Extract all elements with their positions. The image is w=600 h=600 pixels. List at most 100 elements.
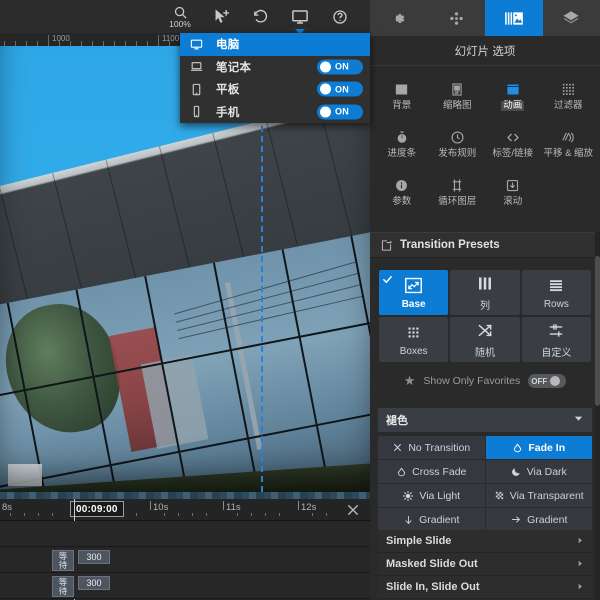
preset-columns[interactable]: 列: [450, 270, 520, 315]
preset-rows[interactable]: Rows: [521, 270, 591, 315]
transition-group-list: Simple Slide Masked Slide Out Slide In, …: [378, 530, 592, 599]
preview-device-tool[interactable]: [280, 0, 320, 34]
preset-boxes[interactable]: Boxes: [379, 317, 449, 362]
device-toggle-laptop[interactable]: ON: [317, 59, 363, 75]
option-label: 背景: [392, 99, 412, 111]
wait-duration-value[interactable]: 300: [78, 576, 110, 590]
image-icon: [394, 81, 409, 98]
timeline-tick-label: 8s: [2, 502, 13, 513]
preset-base[interactable]: Base: [379, 270, 449, 315]
option-tags-links[interactable]: 标签/链接: [485, 121, 541, 166]
preset-label: Rows: [543, 298, 569, 310]
preset-random[interactable]: 随机: [450, 317, 520, 362]
transition-cross-fade[interactable]: Cross Fade: [378, 460, 485, 483]
transition-group-simple-slide[interactable]: Simple Slide: [378, 530, 592, 553]
arrow-right-icon: [510, 514, 522, 525]
transition-list: No Transition Fade In Cross Fade Via Dar…: [378, 436, 592, 531]
option-empty-slot: [541, 169, 597, 214]
transition-gradient-down[interactable]: Gradient: [378, 508, 485, 531]
reset-rotate-tool[interactable]: [240, 0, 280, 33]
filmstrip-preview[interactable]: [0, 492, 370, 499]
device-menu-item-desktop[interactable]: 电脑: [180, 33, 370, 56]
option-pan-zoom[interactable]: 平移 & 缩放: [541, 121, 597, 166]
scrollbar-thumb[interactable]: [595, 256, 600, 406]
gear-icon: [395, 13, 405, 23]
option-loop-layers[interactable]: 循环图层: [430, 169, 486, 214]
preset-custom[interactable]: 自定义: [521, 317, 591, 362]
application-window: 100% 1000 1100 电脑 笔记本 ON 平板 ON 手机 ON 8s …: [0, 0, 600, 600]
option-filter[interactable]: 过滤器: [541, 73, 597, 118]
chevron-right-icon: [576, 536, 584, 547]
code-icon: [505, 129, 521, 146]
device-menu-item-phone[interactable]: 手机 ON: [180, 101, 370, 124]
group-label: Simple Slide: [386, 535, 452, 547]
show-favorites-label: Show Only Favorites: [423, 375, 521, 387]
magnifier-icon: [174, 6, 187, 19]
stage-area: 100% 1000 1100 电脑 笔记本 ON 平板 ON 手机 ON 8s …: [0, 0, 370, 600]
timeline-tick-label: 12s: [301, 502, 317, 513]
show-favorites-toggle[interactable]: OFF: [528, 374, 567, 388]
preset-label: Base: [401, 298, 426, 310]
option-scroll[interactable]: 滚动: [485, 169, 541, 214]
device-menu-item-tablet[interactable]: 平板 ON: [180, 78, 370, 101]
wait-clip[interactable]: 等待: [52, 550, 74, 571]
tab-settings[interactable]: [370, 0, 428, 36]
option-publish-rules[interactable]: 发布规则: [430, 121, 486, 166]
transition-group-slide-in-slide-out[interactable]: Slide In, Slide Out: [378, 576, 592, 599]
transition-label: No Transition: [408, 441, 471, 454]
drop-icon: [396, 466, 407, 478]
transition-label: Gradient: [527, 513, 568, 526]
tab-slides[interactable]: [485, 0, 543, 36]
slide-options-grid: 背景 缩略图 动画 过滤器 进度条 发布规则 标签/链接 平移 & 缩放 参数 …: [370, 67, 600, 217]
toggle-knob: [320, 83, 331, 95]
transition-no-transition[interactable]: No Transition: [378, 436, 485, 459]
tab-layers[interactable]: [543, 0, 600, 36]
wait-duration-value[interactable]: 300: [78, 550, 110, 564]
device-toggle-phone[interactable]: ON: [317, 104, 363, 120]
ruler-label: 1000: [52, 34, 70, 43]
transition-group-label: 褪色: [386, 415, 408, 427]
timeline-track[interactable]: 等待 300: [0, 547, 370, 573]
tab-transform[interactable]: [428, 0, 486, 36]
toggle-knob: [320, 106, 331, 118]
panel-tab-bar: [370, 0, 600, 36]
close-icon[interactable]: [346, 503, 362, 519]
help-tool[interactable]: [320, 0, 360, 33]
phone-icon: [190, 105, 216, 118]
transition-via-dark[interactable]: Via Dark: [485, 460, 592, 483]
transition-group-masked-slide-out[interactable]: Masked Slide Out: [378, 553, 592, 576]
transition-presets-header: Transition Presets: [370, 232, 600, 258]
device-toggle-tablet[interactable]: ON: [317, 81, 363, 97]
timeline-track[interactable]: [0, 521, 370, 547]
transition-fade-in[interactable]: Fade In: [485, 436, 592, 459]
chevron-right-icon: [576, 582, 584, 593]
transition-label: Via Light: [419, 489, 461, 502]
wait-clip[interactable]: 等待: [52, 576, 74, 597]
moon-icon: [511, 466, 522, 477]
tablet-icon: [190, 83, 216, 96]
timeline-track[interactable]: 等待 300: [0, 573, 370, 599]
timeline-panel: 8s 10s 11s 12s 00:09:00 等 待 300 等 待 300: [0, 492, 370, 600]
x-icon: [392, 442, 403, 453]
select-add-tool[interactable]: [200, 0, 240, 33]
device-menu-item-laptop[interactable]: 笔记本 ON: [180, 56, 370, 79]
option-progressbar[interactable]: 进度条: [374, 121, 430, 166]
zoom-tool[interactable]: 100%: [160, 0, 200, 33]
question-circle-icon: [333, 9, 347, 24]
toggle-knob: [320, 61, 331, 73]
transition-group-header-fade[interactable]: 褪色: [378, 408, 592, 432]
monitor-icon: [292, 9, 308, 24]
timeline-tick-label: 11s: [226, 502, 241, 513]
transition-via-transparent[interactable]: Via Transparent: [485, 484, 592, 507]
transition-via-light[interactable]: Via Light: [378, 484, 485, 507]
option-parameters[interactable]: 参数: [374, 169, 430, 214]
option-background[interactable]: 背景: [374, 73, 430, 118]
clock-icon: [450, 129, 465, 146]
current-time-indicator[interactable]: 00:09:00: [70, 501, 124, 517]
option-animation[interactable]: 动画: [485, 73, 541, 118]
transition-gradient-right[interactable]: Gradient: [485, 508, 592, 531]
toggle-state-label: ON: [335, 61, 350, 72]
right-panel-scrollbar[interactable]: [595, 232, 600, 600]
timeline-ruler[interactable]: 8s 10s 11s 12s 00:09:00: [0, 499, 370, 521]
option-thumbnail[interactable]: 缩略图: [430, 73, 486, 118]
